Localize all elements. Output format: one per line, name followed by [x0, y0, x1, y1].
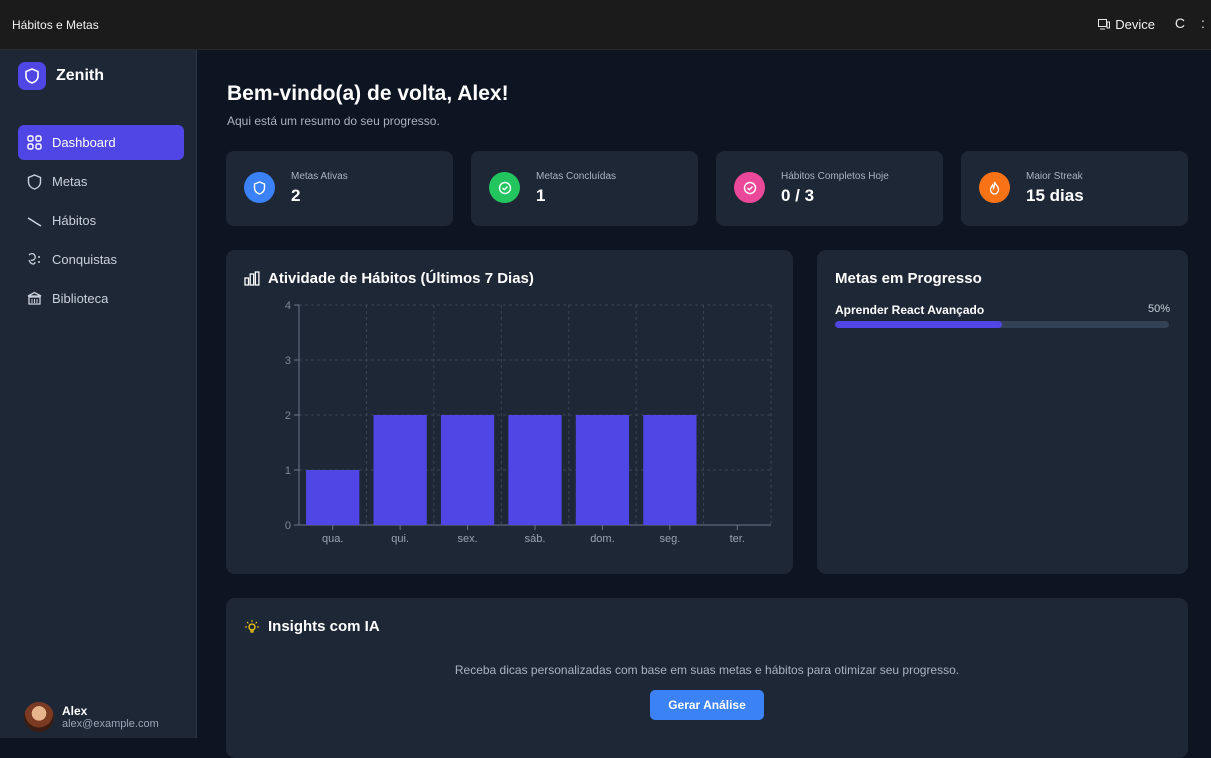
window-title: Hábitos e Metas [12, 18, 99, 32]
bar-seg [643, 415, 697, 525]
y-tick-label: 4 [285, 300, 291, 312]
stat-value: 1 [536, 186, 546, 205]
stat-value: 0 / 3 [781, 186, 815, 205]
grid-icon [27, 135, 42, 150]
habit-activity-chart: 0 1 2 3 4 qua. qui. sex. sáb. dom. seg. ter. [285, 300, 772, 545]
goal-name: Aprender React Avançado [835, 303, 985, 317]
sidebar-item-metas[interactable]: Metas [18, 164, 184, 199]
insights-description: Receba dicas personalizadas com base em … [454, 663, 960, 677]
user-email: alex@example.com [62, 718, 159, 730]
sidebar-item-label: Metas [52, 174, 88, 189]
stat-label: Metas Concluídas [536, 171, 617, 182]
x-tick-label: qua. [322, 533, 343, 545]
stat-icon-circle [489, 172, 520, 203]
x-tick-label: dom. [590, 533, 614, 545]
x-tick-label: sáb. [525, 533, 546, 545]
brand-name: Zenith [56, 67, 104, 84]
app-titlebar: Hábitos e Metas Device C : [0, 0, 1211, 50]
sidebar-item-habitos[interactable]: Hábitos [18, 203, 184, 238]
library-icon [27, 291, 42, 305]
avatar [24, 702, 54, 732]
x-tick-label: seg. [659, 533, 680, 545]
bar-qua [306, 470, 360, 525]
bar-sáb [508, 415, 562, 525]
sidebar-item-label: Conquistas [52, 252, 118, 267]
y-tick-label: 3 [285, 355, 291, 367]
page-subtitle: Aqui está um resumo do seu progresso. [227, 114, 440, 128]
ai-insights-card: Insights com IA Receba dicas personaliza… [226, 598, 1188, 758]
card-title: Insights com IA [244, 618, 380, 635]
stat-card-habits-today: Hábitos Completos Hoje 0 / 3 [716, 151, 943, 226]
sidebar-item-label: Hábitos [52, 213, 97, 228]
stat-label: Maior Streak [1026, 171, 1083, 182]
more-menu-icon[interactable]: : [1201, 15, 1209, 31]
shield-logo-icon [18, 62, 46, 90]
y-tick-label: 0 [285, 520, 291, 532]
goal-progress-bar [835, 321, 1169, 328]
goal-progress-fill [835, 321, 1002, 328]
stat-icon-circle [979, 172, 1010, 203]
sidebar: Zenith Dashboard Metas Hábitos Conquista… [0, 50, 197, 738]
stat-label: Hábitos Completos Hoje [781, 171, 889, 182]
bar-dom [575, 415, 630, 525]
goals-progress-card: Metas em Progresso Aprender React Avança… [817, 250, 1188, 574]
check-circle-icon [498, 181, 511, 194]
device-toggle[interactable]: Device [1098, 17, 1155, 32]
stat-card-completed-goals: Metas Concluídas 1 [471, 151, 698, 226]
trend-icon [27, 217, 42, 227]
lightbulb-icon [245, 619, 259, 633]
habit-activity-card: Atividade de Hábitos (Últimos 7 Dias) 01… [226, 250, 793, 574]
sidebar-item-label: Biblioteca [52, 291, 109, 306]
user-profile[interactable]: Alex alex@example.com [24, 702, 159, 732]
main-content: Bem-vindo(a) de volta, Alex! Aqui está u… [197, 50, 1211, 758]
sidebar-item-biblioteca[interactable]: Biblioteca [18, 281, 184, 316]
device-icon [1098, 19, 1111, 30]
check-circle-icon [743, 181, 756, 194]
x-tick-label: qui. [391, 533, 409, 545]
x-tick-label: sex. [457, 533, 477, 545]
shield-icon [27, 173, 42, 190]
y-tick-label: 1 [285, 465, 291, 477]
stat-label: Metas Ativas [291, 171, 348, 182]
trophy-icon [28, 252, 40, 265]
sidebar-nav: Dashboard Metas Hábitos Conquistas Bibli… [18, 125, 184, 320]
bar-qui [373, 415, 427, 525]
stat-value: 2 [291, 186, 301, 205]
bar-sex [440, 415, 495, 525]
device-label: Device [1115, 17, 1155, 32]
stat-icon-circle [244, 172, 275, 203]
reload-icon[interactable]: C [1175, 15, 1185, 31]
stat-icon-circle [734, 172, 765, 203]
page-title: Bem-vindo(a) de volta, Alex! [227, 82, 509, 105]
stat-value: 15 dias [1026, 186, 1084, 205]
sidebar-item-label: Dashboard [52, 135, 116, 150]
sidebar-item-dashboard[interactable]: Dashboard [18, 125, 184, 160]
generate-analysis-button[interactable]: Gerar Análise [650, 690, 764, 720]
stat-card-longest-streak: Maior Streak 15 dias [961, 151, 1188, 226]
y-tick-label: 2 [285, 410, 291, 422]
x-tick-label: ter. [730, 533, 745, 545]
insights-title: Insights com IA [268, 618, 380, 635]
brand[interactable]: Zenith [18, 62, 104, 90]
goal-percent: 50% [1147, 303, 1170, 315]
sidebar-item-conquistas[interactable]: Conquistas [18, 242, 184, 277]
goals-title: Metas em Progresso [835, 270, 982, 287]
stat-card-active-goals: Metas Ativas 2 [226, 151, 453, 226]
flame-icon [989, 181, 1000, 195]
user-name: Alex [62, 704, 88, 718]
shield-icon [253, 180, 266, 195]
